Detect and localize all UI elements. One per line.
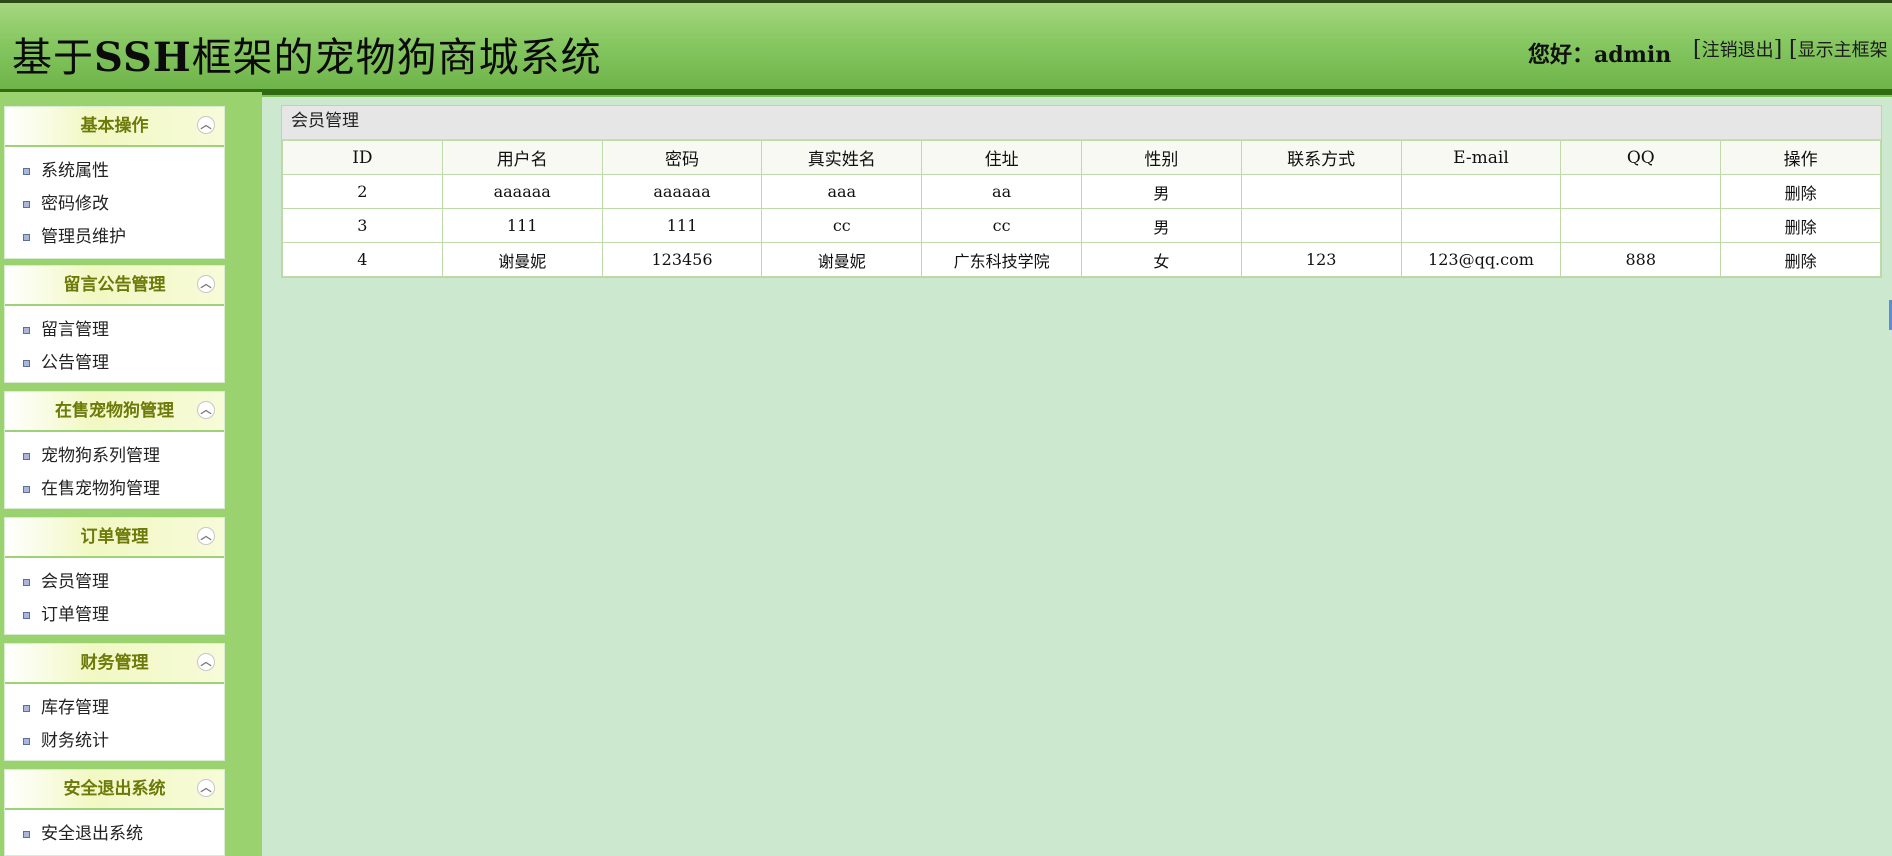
sidebar-group-title[interactable]: 基本操作 ︿ <box>5 107 224 147</box>
cell-username: 谢曼妮 <box>441 242 603 277</box>
bullet-icon <box>23 705 30 712</box>
bullet-icon <box>23 327 30 334</box>
sidebar-group-finance: 财务管理 ︿ 库存管理 财务统计 <box>4 643 225 761</box>
cell-real-name: 谢曼妮 <box>761 242 923 277</box>
panel-title: 会员管理 <box>282 106 1881 140</box>
column-header-contact: 联系方式 <box>1240 140 1402 175</box>
column-header-username: 用户名 <box>441 140 603 175</box>
cell-email <box>1400 174 1562 209</box>
cell-qq: 888 <box>1560 242 1722 277</box>
sidebar-group-title[interactable]: 留言公告管理 ︿ <box>5 266 224 306</box>
collapse-icon[interactable]: ︿ <box>197 779 215 797</box>
sidebar-item-admin-maintenance[interactable]: 管理员维护 <box>5 221 224 254</box>
sidebar-group-title[interactable]: 在售宠物狗管理 ︿ <box>5 392 224 432</box>
bullet-icon <box>23 612 30 619</box>
cell-qq <box>1560 208 1722 243</box>
bullet-icon <box>23 486 30 493</box>
user-greeting: 您好：admin <box>1528 42 1672 68</box>
cell-real-name: cc <box>761 208 923 243</box>
sidebar-item-member-management[interactable]: 会员管理 <box>5 566 224 599</box>
column-header-address: 住址 <box>921 140 1082 175</box>
bullet-icon <box>23 453 30 460</box>
cell-contact <box>1240 174 1402 209</box>
cell-password: 123456 <box>601 242 763 277</box>
sidebar-group-title[interactable]: 财务管理 ︿ <box>5 644 224 684</box>
bullet-icon <box>23 168 30 175</box>
column-header-email: E-mail <box>1400 140 1562 175</box>
sidebar-group-orders: 订单管理 ︿ 会员管理 订单管理 <box>4 517 225 635</box>
sidebar-group-basic: 基本操作 ︿ 系统属性 密码修改 管理员维护 <box>4 106 225 259</box>
cell-id: 2 <box>282 174 443 209</box>
bullet-icon <box>23 201 30 208</box>
sidebar-item-change-password[interactable]: 密码修改 <box>5 188 224 221</box>
sidebar-item-safe-exit[interactable]: 安全退出系统 <box>5 818 224 851</box>
cell-email <box>1400 208 1562 243</box>
table-row: 3 111 111 cc cc 男 删除 <box>282 208 1881 243</box>
cell-address: aa <box>921 174 1082 209</box>
show-main-frame-link[interactable]: [显示主框架 <box>1789 36 1888 62</box>
cell-password: 111 <box>601 208 763 243</box>
sidebar-group-messages: 留言公告管理 ︿ 留言管理 公告管理 <box>4 265 225 383</box>
column-header-real-name: 真实姓名 <box>761 140 923 175</box>
cell-username: aaaaaa <box>441 174 603 209</box>
sidebar-group-pets: 在售宠物狗管理 ︿ 宠物狗系列管理 在售宠物狗管理 <box>4 391 225 509</box>
sidebar-item-message-management[interactable]: 留言管理 <box>5 314 224 347</box>
sidebar: 基本操作 ︿ 系统属性 密码修改 管理员维护 留言公告管理 ︿ 留言管理 公告管… <box>0 92 262 856</box>
sidebar-item-dogs-for-sale[interactable]: 在售宠物狗管理 <box>5 473 224 506</box>
cell-gender: 女 <box>1080 242 1242 277</box>
cell-gender: 男 <box>1080 174 1242 209</box>
column-header-password: 密码 <box>601 140 763 175</box>
column-header-id: ID <box>282 140 443 175</box>
sidebar-item-inventory[interactable]: 库存管理 <box>5 692 224 725</box>
bullet-icon <box>23 360 30 367</box>
cell-email: 123@qq.com <box>1400 242 1562 277</box>
logout-link[interactable]: [注销退出] <box>1693 36 1782 62</box>
cell-real-name: aaa <box>761 174 923 209</box>
bullet-icon <box>23 234 30 241</box>
cell-gender: 男 <box>1080 208 1242 243</box>
sidebar-group-exit: 安全退出系统 ︿ 安全退出系统 <box>4 769 225 856</box>
bullet-icon <box>23 579 30 586</box>
sidebar-item-system-properties[interactable]: 系统属性 <box>5 155 224 188</box>
app-header: 基于SSH框架的宠物狗商城系统 您好：admin [注销退出] [显示主框架 <box>0 0 1892 97</box>
collapse-icon[interactable]: ︿ <box>197 653 215 671</box>
table-header-row: ID 用户名 密码 真实姓名 住址 性别 联系方式 E-mail QQ 操作 <box>282 140 1881 175</box>
sidebar-item-order-management[interactable]: 订单管理 <box>5 599 224 632</box>
cell-contact <box>1240 208 1402 243</box>
column-header-action: 操作 <box>1720 140 1881 175</box>
cell-password: aaaaaa <box>601 174 763 209</box>
collapse-icon[interactable]: ︿ <box>197 527 215 545</box>
collapse-icon[interactable]: ︿ <box>197 401 215 419</box>
delete-link[interactable]: 删除 <box>1720 174 1881 209</box>
member-table: ID 用户名 密码 真实姓名 住址 性别 联系方式 E-mail QQ 操作 2… <box>282 140 1881 277</box>
sidebar-item-finance-stats[interactable]: 财务统计 <box>5 725 224 758</box>
app-title: 基于SSH框架的宠物狗商城系统 <box>12 34 602 81</box>
column-header-qq: QQ <box>1560 140 1722 175</box>
column-header-gender: 性别 <box>1080 140 1242 175</box>
sidebar-item-notice-management[interactable]: 公告管理 <box>5 347 224 380</box>
member-management-panel: 会员管理 ID 用户名 密码 真实姓名 住址 性别 联系方式 E-mail QQ… <box>281 105 1882 278</box>
sidebar-group-title[interactable]: 安全退出系统 ︿ <box>5 770 224 810</box>
cell-id: 4 <box>282 242 443 277</box>
delete-link[interactable]: 删除 <box>1720 242 1881 277</box>
cell-id: 3 <box>282 208 443 243</box>
cell-address: 广东科技学院 <box>921 242 1082 277</box>
table-row: 2 aaaaaa aaaaaa aaa aa 男 删除 <box>282 174 1881 209</box>
delete-link[interactable]: 删除 <box>1720 208 1881 243</box>
cell-contact: 123 <box>1240 242 1402 277</box>
cell-qq <box>1560 174 1722 209</box>
collapse-icon[interactable]: ︿ <box>197 275 215 293</box>
header-divider <box>0 89 1892 97</box>
sidebar-item-dog-series[interactable]: 宠物狗系列管理 <box>5 440 224 473</box>
cell-username: 111 <box>441 208 603 243</box>
table-row: 4 谢曼妮 123456 谢曼妮 广东科技学院 女 123 123@qq.com… <box>282 242 1881 277</box>
sidebar-group-title[interactable]: 订单管理 ︿ <box>5 518 224 558</box>
bullet-icon <box>23 738 30 745</box>
collapse-icon[interactable]: ︿ <box>197 116 215 134</box>
cell-address: cc <box>921 208 1082 243</box>
bullet-icon <box>23 831 30 838</box>
